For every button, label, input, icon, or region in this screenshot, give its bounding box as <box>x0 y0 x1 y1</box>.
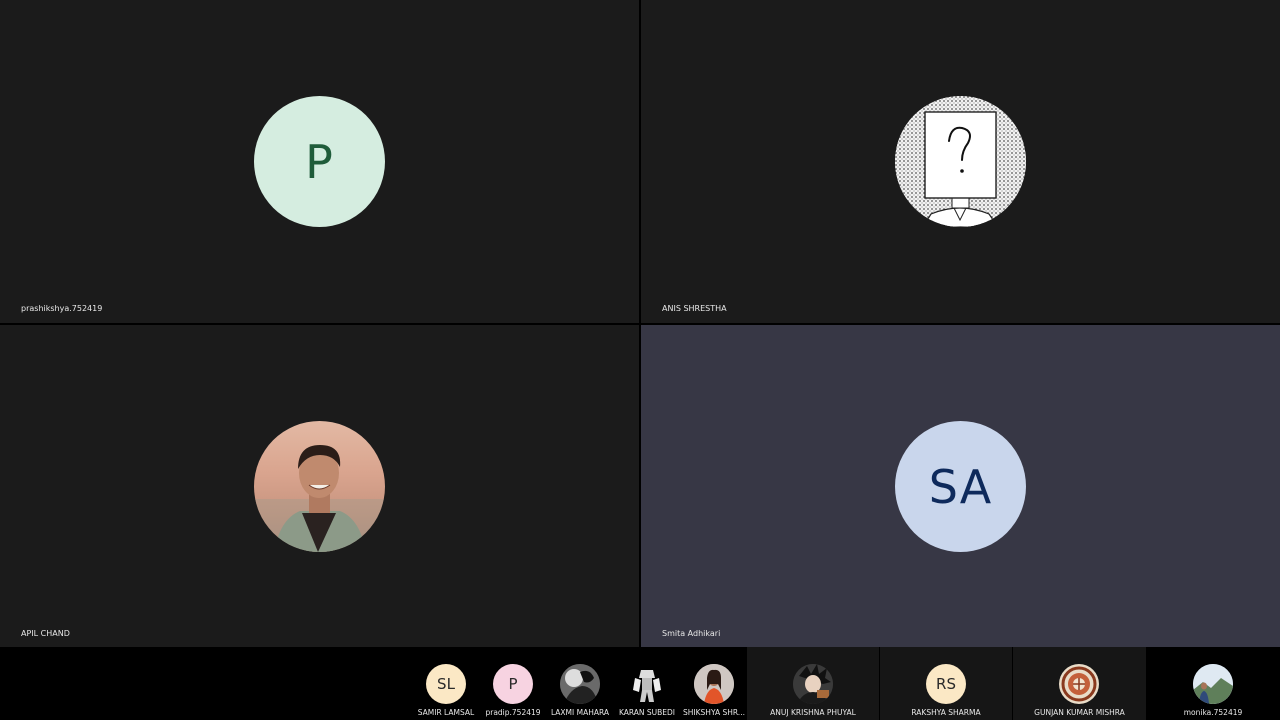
robot-photo <box>627 664 667 704</box>
participant-name: Smita Adhikari <box>662 629 721 638</box>
participant-name: GUNJAN KUMAR MISHRA <box>1034 708 1125 717</box>
profile-photo <box>694 664 734 704</box>
participant-strip: SL SAMIR LAMSAL P pradip.752419 LAXMI MA… <box>0 647 1280 720</box>
avatar-initials: P <box>254 96 385 227</box>
video-tile-anis-shrestha[interactable]: ANIS SHRESTHA <box>641 0 1280 323</box>
participant-name: RAKSHYA SHARMA <box>911 708 981 717</box>
avatar-initials-text: SA <box>928 459 993 514</box>
avatar-initials: SL <box>426 664 466 704</box>
avatar-initials-text: RS <box>936 675 956 693</box>
video-tile-apil-chand[interactable]: APIL CHAND <box>0 325 639 648</box>
participant-name: SHIKSHYA SHR... <box>683 708 745 717</box>
participant-thumb[interactable]: RS RAKSHYA SHARMA <box>880 647 1012 720</box>
participant-name: APIL CHAND <box>21 629 70 638</box>
avatar-initials-text: SL <box>437 675 455 693</box>
landscape-photo <box>1193 664 1233 704</box>
video-tile-prashikshya[interactable]: P prashikshya.752419 <box>0 0 639 323</box>
participant-thumb[interactable]: ANUJ KRISHNA PHUYAL <box>747 647 879 720</box>
video-tile-smita-adhikari[interactable]: SA Smita Adhikari <box>641 325 1280 648</box>
participant-name: ANUJ KRISHNA PHUYAL <box>770 708 856 717</box>
anime-photo <box>793 664 833 704</box>
avatar-initials: SA <box>895 421 1026 552</box>
question-mark-portrait-icon <box>895 96 1026 227</box>
participant-thumb[interactable]: SHIKSHYA SHR... <box>674 647 754 720</box>
bw-photo <box>560 664 600 704</box>
avatar-initials: P <box>493 664 533 704</box>
participant-thumb[interactable]: GUNJAN KUMAR MISHRA <box>1013 647 1146 720</box>
avatar-initials-text: P <box>305 134 334 189</box>
participant-name: monika.752419 <box>1183 708 1243 717</box>
avatar-initials-text: P <box>508 675 518 693</box>
participant-thumb[interactable]: monika.752419 <box>1146 647 1280 720</box>
seal-logo <box>1059 664 1099 704</box>
avatar-initials: RS <box>926 664 966 704</box>
profile-photo <box>254 421 385 552</box>
participant-name: ANIS SHRESTHA <box>662 304 727 313</box>
participant-name: prashikshya.752419 <box>21 304 103 313</box>
